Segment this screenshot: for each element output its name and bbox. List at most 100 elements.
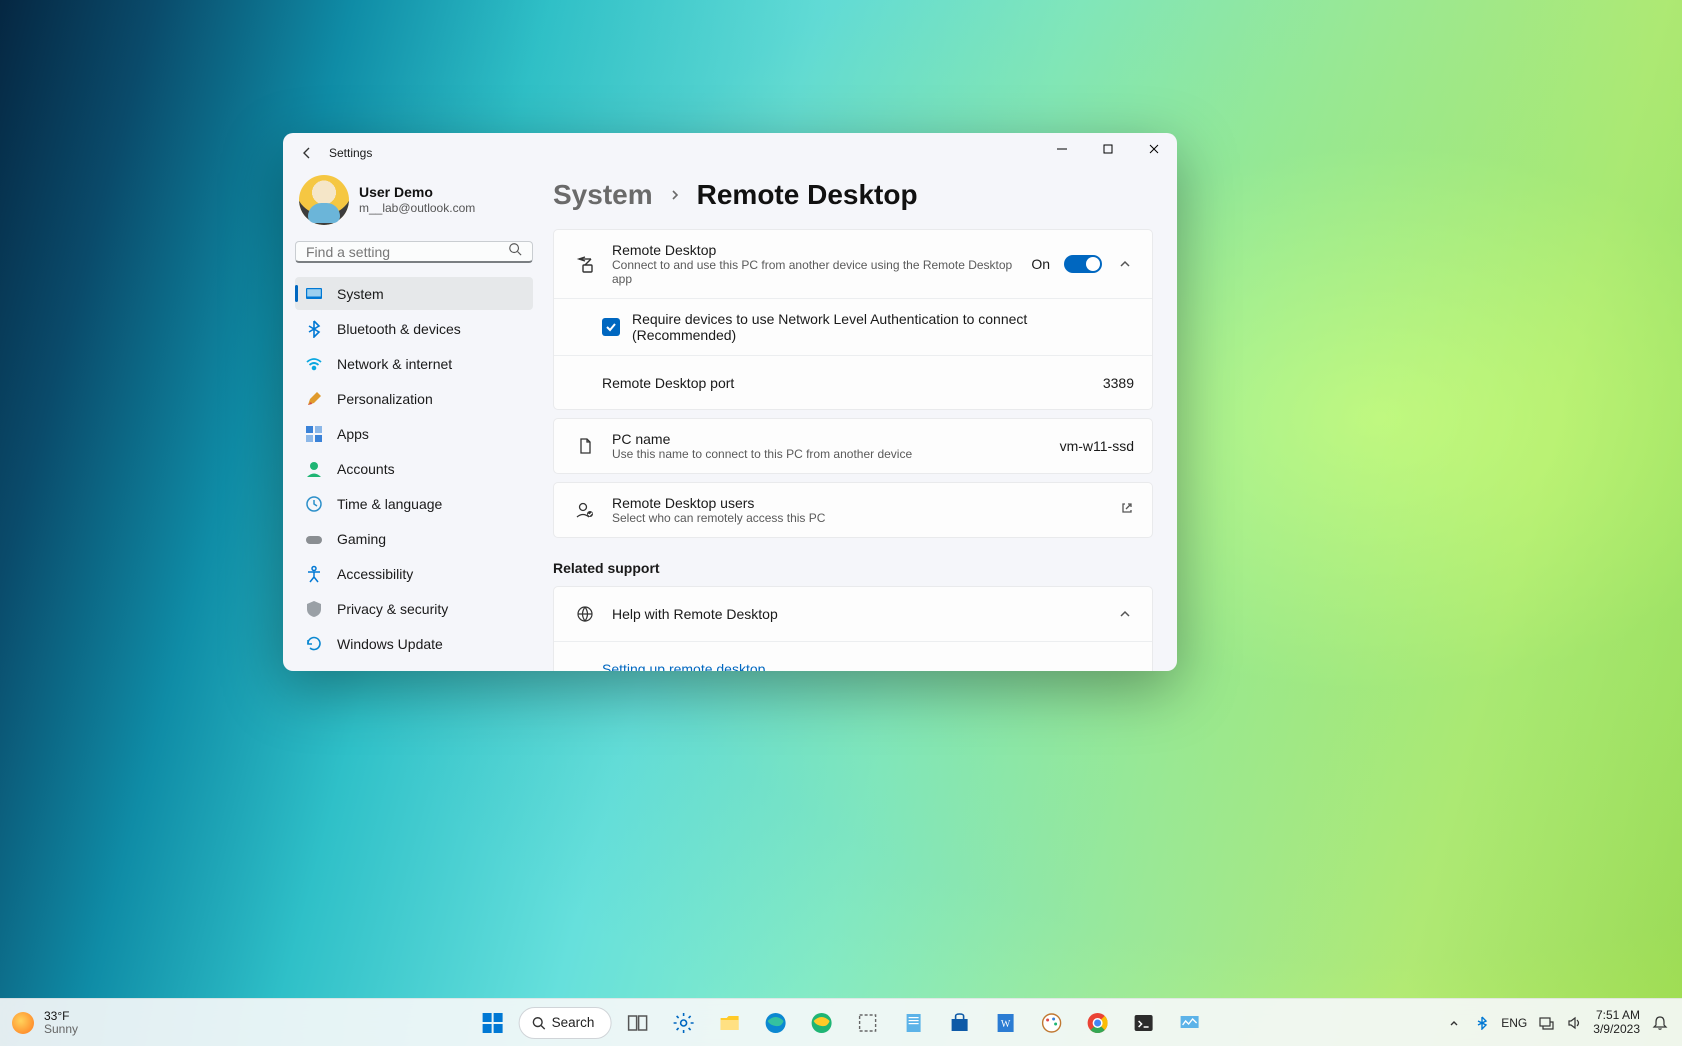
port-row: Remote Desktop port 3389 <box>554 355 1152 409</box>
sidebar: User Demo m__lab@outlook.com System <box>283 173 545 671</box>
taskbar-app-settings[interactable] <box>663 1003 703 1043</box>
rdp-users-subtitle: Select who can remotely access this PC <box>612 511 1120 525</box>
taskbar-search[interactable]: Search <box>519 1007 612 1039</box>
breadcrumb-current: Remote Desktop <box>697 179 918 211</box>
taskbar-app-chrome[interactable] <box>1077 1003 1117 1043</box>
port-value: 3389 <box>1103 375 1134 391</box>
sidebar-item-personalization[interactable]: Personalization <box>295 382 533 415</box>
tray-clock[interactable]: 7:51 AM 3/9/2023 <box>1593 1009 1640 1037</box>
sidebar-label: Apps <box>337 426 369 442</box>
task-view-button[interactable] <box>617 1003 657 1043</box>
settings-window: Settings User Demo m__lab@outlook.com <box>283 133 1177 671</box>
taskbar-app-store[interactable] <box>939 1003 979 1043</box>
rdp-subtitle: Connect to and use this PC from another … <box>612 258 1031 286</box>
taskbar-app-notepad[interactable] <box>893 1003 933 1043</box>
pc-name-row[interactable]: PC name Use this name to connect to this… <box>554 419 1152 473</box>
breadcrumb: System Remote Desktop <box>553 179 1153 211</box>
help-row[interactable]: Help with Remote Desktop <box>554 587 1152 641</box>
volume-tray-icon[interactable] <box>1565 1014 1583 1032</box>
sidebar-item-privacy[interactable]: Privacy & security <box>295 592 533 625</box>
maximize-button[interactable] <box>1085 133 1131 165</box>
notifications-icon[interactable] <box>1650 1013 1670 1033</box>
rdp-users-row[interactable]: Remote Desktop users Select who can remo… <box>554 483 1152 537</box>
window-controls <box>1039 133 1177 165</box>
weather-temp: 33°F <box>44 1010 78 1023</box>
shield-icon <box>305 600 323 618</box>
sidebar-item-apps[interactable]: Apps <box>295 417 533 450</box>
breadcrumb-parent[interactable]: System <box>553 179 653 211</box>
search-label: Search <box>552 1015 595 1030</box>
clock-icon <box>305 495 323 513</box>
systray: ENG 7:51 AM 3/9/2023 <box>1445 1009 1682 1037</box>
sidebar-label: Accounts <box>337 461 395 477</box>
network-tray-icon[interactable] <box>1537 1014 1555 1032</box>
system-icon <box>305 285 323 303</box>
toggle-state-label: On <box>1031 256 1050 272</box>
sidebar-item-update[interactable]: Windows Update <box>295 627 533 660</box>
sidebar-label: System <box>337 286 384 302</box>
sidebar-label: Personalization <box>337 391 433 407</box>
sidebar-label: Privacy & security <box>337 601 448 617</box>
tray-time: 7:51 AM <box>1593 1009 1640 1023</box>
external-link-icon <box>1120 501 1134 520</box>
taskbar-app-explorer[interactable] <box>709 1003 749 1043</box>
document-icon <box>572 437 598 455</box>
search-icon <box>508 242 522 261</box>
sidebar-item-accounts[interactable]: Accounts <box>295 452 533 485</box>
pc-name-subtitle: Use this name to connect to this PC from… <box>612 447 1060 461</box>
user-block[interactable]: User Demo m__lab@outlook.com <box>295 173 533 241</box>
tray-expand-icon[interactable] <box>1445 1014 1463 1032</box>
accessibility-icon <box>305 565 323 583</box>
rdp-toggle[interactable] <box>1064 255 1102 273</box>
help-link-row[interactable]: Setting up remote desktop <box>554 641 1152 671</box>
tray-language[interactable]: ENG <box>1501 1016 1527 1030</box>
close-button[interactable] <box>1131 133 1177 165</box>
back-button[interactable] <box>297 143 317 163</box>
taskbar-app-paint[interactable] <box>1031 1003 1071 1043</box>
help-title: Help with Remote Desktop <box>612 606 778 622</box>
start-button[interactable] <box>473 1003 513 1043</box>
update-icon <box>305 635 323 653</box>
sidebar-item-accessibility[interactable]: Accessibility <box>295 557 533 590</box>
globe-icon <box>572 605 598 623</box>
desktop: Settings User Demo m__lab@outlook.com <box>0 0 1682 1046</box>
nla-row[interactable]: Require devices to use Network Level Aut… <box>554 298 1152 355</box>
taskbar-app-edge-dev[interactable] <box>801 1003 841 1043</box>
apps-icon <box>305 425 323 443</box>
minimize-button[interactable] <box>1039 133 1085 165</box>
sidebar-item-system[interactable]: System <box>295 277 533 310</box>
gamepad-icon <box>305 530 323 548</box>
sidebar-item-network[interactable]: Network & internet <box>295 347 533 380</box>
collapse-button[interactable] <box>1116 605 1134 623</box>
remote-desktop-icon <box>572 254 598 274</box>
search-input[interactable] <box>306 244 508 260</box>
titlebar: Settings <box>283 133 1177 173</box>
bluetooth-icon <box>305 320 323 338</box>
taskbar-app-terminal[interactable] <box>1123 1003 1163 1043</box>
sidebar-label: Time & language <box>337 496 442 512</box>
taskbar-app-word[interactable]: W <box>985 1003 1025 1043</box>
expand-button[interactable] <box>1116 255 1134 273</box>
svg-text:W: W <box>1001 1019 1011 1030</box>
person-icon <box>305 460 323 478</box>
rdp-users-card: Remote Desktop users Select who can remo… <box>553 482 1153 538</box>
sidebar-item-time[interactable]: Time & language <box>295 487 533 520</box>
pc-name-value: vm-w11-ssd <box>1060 438 1134 454</box>
weather-condition: Sunny <box>44 1023 78 1036</box>
taskbar-app-snip[interactable] <box>847 1003 887 1043</box>
bluetooth-tray-icon[interactable] <box>1473 1014 1491 1032</box>
taskbar-weather[interactable]: 33°F Sunny <box>0 1010 78 1035</box>
help-link[interactable]: Setting up remote desktop <box>602 661 765 672</box>
sidebar-item-bluetooth[interactable]: Bluetooth & devices <box>295 312 533 345</box>
wifi-icon <box>305 355 323 373</box>
main-content: System Remote Desktop Remote Desktop <box>545 173 1177 671</box>
window-title: Settings <box>329 146 372 160</box>
search-box[interactable] <box>295 241 533 263</box>
taskbar-app-edge[interactable] <box>755 1003 795 1043</box>
taskbar-app-monitor[interactable] <box>1169 1003 1209 1043</box>
sidebar-item-gaming[interactable]: Gaming <box>295 522 533 555</box>
nla-checkbox[interactable] <box>602 318 620 336</box>
remote-desktop-row[interactable]: Remote Desktop Connect to and use this P… <box>554 230 1152 298</box>
user-email: m__lab@outlook.com <box>359 201 475 216</box>
related-heading: Related support <box>553 560 1153 576</box>
